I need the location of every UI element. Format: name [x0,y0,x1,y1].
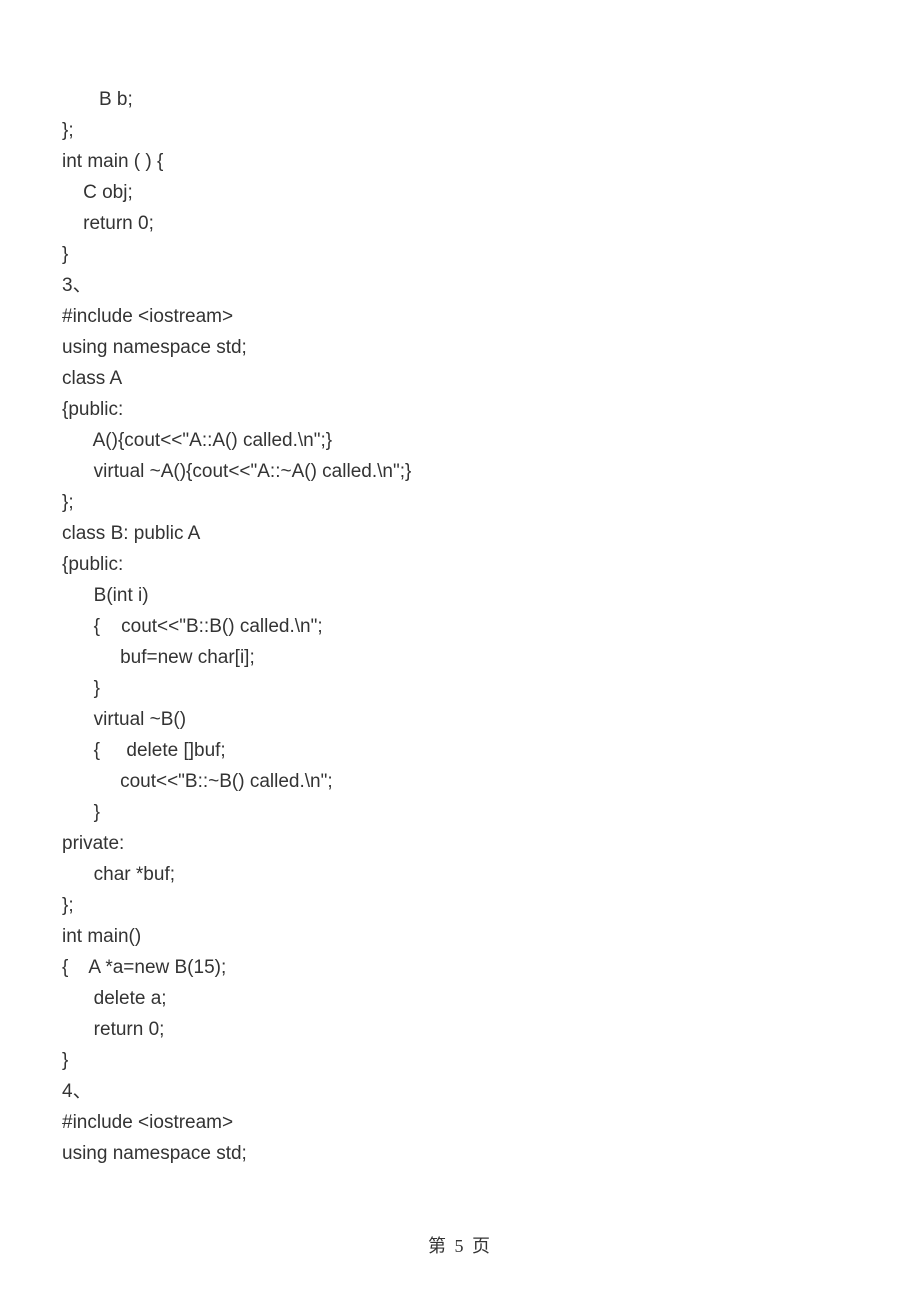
page-footer: 第 5 页 [0,1232,920,1258]
code-line: }; [62,115,858,146]
code-line: int main() [62,921,858,952]
code-line: delete a; [62,983,858,1014]
code-line: class A [62,363,858,394]
code-line: } [62,239,858,270]
code-line: return 0; [62,1014,858,1045]
code-line: B b; [62,84,858,115]
code-line: A(){cout<<"A::A() called.\n";} [62,425,858,456]
code-line: using namespace std; [62,332,858,363]
code-line: C obj; [62,177,858,208]
code-line: {public: [62,549,858,580]
document-content: B b; }; int main ( ) { C obj; return 0; … [0,0,920,1169]
code-line: virtual ~A(){cout<<"A::~A() called.\n";} [62,456,858,487]
code-line: char *buf; [62,859,858,890]
code-line: buf=new char[i]; [62,642,858,673]
code-line: { cout<<"B::B() called.\n"; [62,611,858,642]
code-line: 4、 [62,1076,858,1107]
code-line: private: [62,828,858,859]
code-line: virtual ~B() [62,704,858,735]
code-line: class B: public A [62,518,858,549]
code-line: 3、 [62,270,858,301]
code-line: }; [62,487,858,518]
code-line: return 0; [62,208,858,239]
code-line: #include <iostream> [62,1107,858,1138]
code-line: } [62,1045,858,1076]
code-line: B(int i) [62,580,858,611]
code-line: } [62,797,858,828]
code-line: { A *a=new B(15); [62,952,858,983]
code-line: using namespace std; [62,1138,858,1169]
code-line: int main ( ) { [62,146,858,177]
code-line: { delete []buf; [62,735,858,766]
code-line: #include <iostream> [62,301,858,332]
code-line: }; [62,890,858,921]
code-line: {public: [62,394,858,425]
code-line: } [62,673,858,704]
code-line: cout<<"B::~B() called.\n"; [62,766,858,797]
